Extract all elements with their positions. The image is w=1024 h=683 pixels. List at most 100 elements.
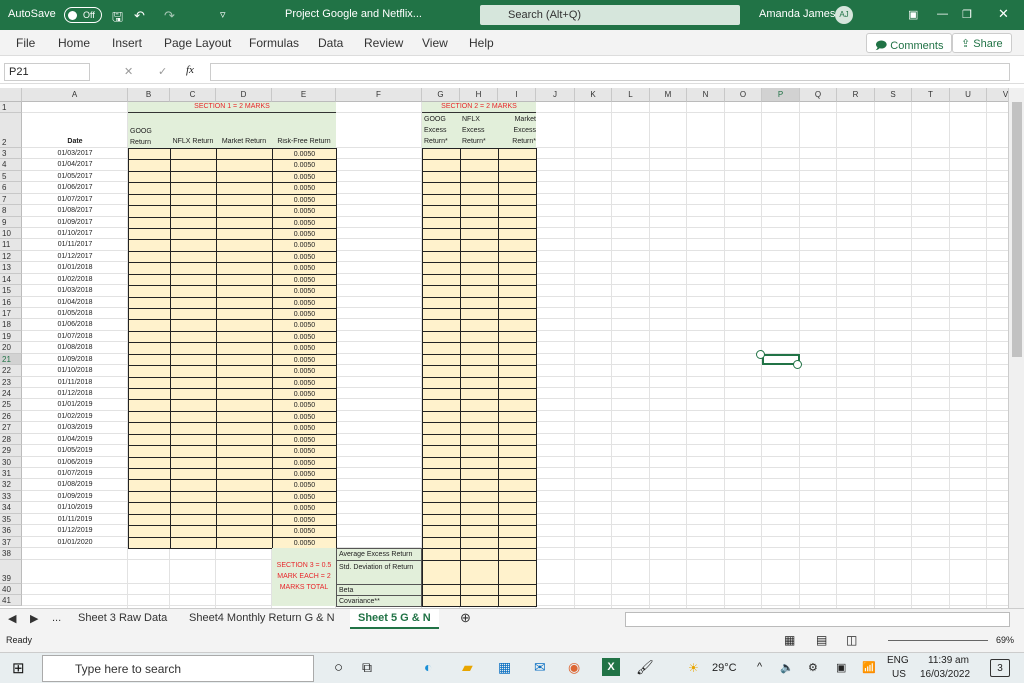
tab-formulas[interactable]: Formulas [249,36,299,50]
row-header-13[interactable]: 13 [0,262,22,274]
stat-input-cell[interactable] [498,595,537,607]
insert-function-icon[interactable]: fx [186,64,194,76]
row-header-3[interactable]: 3 [0,148,22,160]
row-header-16[interactable]: 16 [0,296,22,308]
tray-chevron-icon[interactable]: ^ [757,661,762,673]
column-header-O[interactable]: O [725,88,762,102]
input-cell[interactable] [128,536,171,549]
row-header-11[interactable]: 11 [0,239,22,251]
row-header-29[interactable]: 29 [0,445,22,457]
column-header-I[interactable]: I [498,88,536,102]
more-sheets[interactable]: ... [52,612,61,624]
weather-temp[interactable]: 29°C [712,662,737,674]
antivirus-icon[interactable]: ⚙ [808,661,818,674]
zoom-level[interactable]: 69% [996,635,1014,645]
stat-input-cell[interactable] [460,560,499,585]
row-header-15[interactable]: 15 [0,285,22,297]
row-header-23[interactable]: 23 [0,376,22,389]
row-header-31[interactable]: 31 [0,468,22,480]
avatar[interactable]: AJ [835,6,853,24]
cancel-icon[interactable]: ✕ [124,65,133,78]
search-box[interactable]: Search (Alt+Q) [480,5,740,25]
chrome-icon[interactable]: ◉ [568,659,580,676]
column-header-V[interactable]: V [987,88,1008,102]
scroll-left-icon[interactable]: ◀ [8,612,16,625]
row-header-25[interactable]: 25 [0,399,22,411]
formula-input[interactable] [210,63,1010,81]
close-icon[interactable]: ✕ [998,6,1009,22]
taskbar-search[interactable]: Type here to search [42,655,314,682]
row-header-8[interactable]: 8 [0,205,22,217]
row-header-24[interactable]: 24 [0,388,22,400]
select-all[interactable] [0,88,22,102]
excel-icon[interactable]: X [602,658,620,676]
row-header-21[interactable]: 21 [0,353,22,366]
language[interactable]: ENG [887,655,909,666]
cortana-icon[interactable]: ○ [334,659,343,676]
column-header-J[interactable]: J [536,88,575,102]
row-header-36[interactable]: 36 [0,525,22,537]
windows-start-icon[interactable]: ⊞ [12,659,25,677]
sheet-tab-active[interactable]: Sheet 5 G & N [350,609,439,629]
vertical-scrollbar[interactable] [1008,88,1024,608]
column-header-C[interactable]: C [170,88,216,102]
enter-icon[interactable]: ✓ [158,65,167,78]
autosave-toggle[interactable]: Off [64,7,102,23]
column-header-T[interactable]: T [912,88,950,102]
tab-help[interactable]: Help [469,36,494,50]
comments-button[interactable]: 🗩 Comments [866,33,953,53]
row-header-19[interactable]: 19 [0,330,22,343]
row-header-39[interactable]: 39 [0,560,22,584]
tab-file[interactable]: File [16,36,35,50]
row-header-17[interactable]: 17 [0,308,22,320]
row-header-5[interactable]: 5 [0,170,22,183]
stat-input-cell[interactable] [498,560,537,585]
normal-view-icon[interactable]: ▦ [784,633,795,647]
input-cell[interactable] [170,536,217,549]
row-header-32[interactable]: 32 [0,479,22,491]
tab-insert[interactable]: Insert [112,36,142,50]
column-header-L[interactable]: L [612,88,650,102]
task-view-icon[interactable]: ⧉ [362,659,372,676]
row-header-41[interactable]: 41 [0,595,22,606]
share-button[interactable]: ⇪ Share [952,33,1012,53]
row-header-4[interactable]: 4 [0,159,22,171]
tray-app-icon[interactable]: ▣ [836,661,846,674]
resize-handle[interactable] [793,359,802,369]
ribbon-display-icon[interactable]: ▣ [908,8,918,21]
tab-review[interactable]: Review [364,36,403,50]
horizontal-scrollbar[interactable] [625,612,1010,627]
tab-page-layout[interactable]: Page Layout [164,36,231,50]
scrollbar-thumb[interactable] [1012,102,1022,357]
row-header-27[interactable]: 27 [0,422,22,434]
file-explorer-icon[interactable]: ▰ [462,659,473,676]
column-header-M[interactable]: M [650,88,687,102]
column-header-A[interactable]: A [22,88,128,102]
column-header-Q[interactable]: Q [800,88,837,102]
column-header-U[interactable]: U [950,88,987,102]
scroll-right-icon[interactable]: ▶ [30,612,38,625]
column-header-D[interactable]: D [216,88,272,102]
row-header-38[interactable]: 38 [0,548,22,560]
row-header-18[interactable]: 18 [0,319,22,331]
row-header-1[interactable]: 1 [0,102,22,113]
add-sheet-icon[interactable]: ⊕ [460,610,471,626]
stat-input-cell[interactable] [422,560,461,585]
name-box[interactable]: P21 [4,63,90,81]
tab-view[interactable]: View [422,36,448,50]
row-header-37[interactable]: 37 [0,536,22,548]
redo-icon[interactable]: ↷ [164,8,175,24]
zoom-slider[interactable] [888,640,988,641]
stat-input-cell[interactable] [460,595,499,607]
row-header-40[interactable]: 40 [0,584,22,595]
clock-date[interactable]: 16/03/2022 [920,669,970,680]
row-header-35[interactable]: 35 [0,513,22,526]
column-header-E[interactable]: E [272,88,336,102]
row-header-22[interactable]: 22 [0,365,22,377]
paint-icon[interactable]: 🖌 [636,659,654,676]
store-icon[interactable]: ▦ [498,659,511,676]
page-layout-icon[interactable]: ▤ [816,633,827,647]
column-header-B[interactable]: B [128,88,170,102]
row-header-28[interactable]: 28 [0,433,22,446]
edge-icon[interactable]: ◐ [424,659,432,675]
